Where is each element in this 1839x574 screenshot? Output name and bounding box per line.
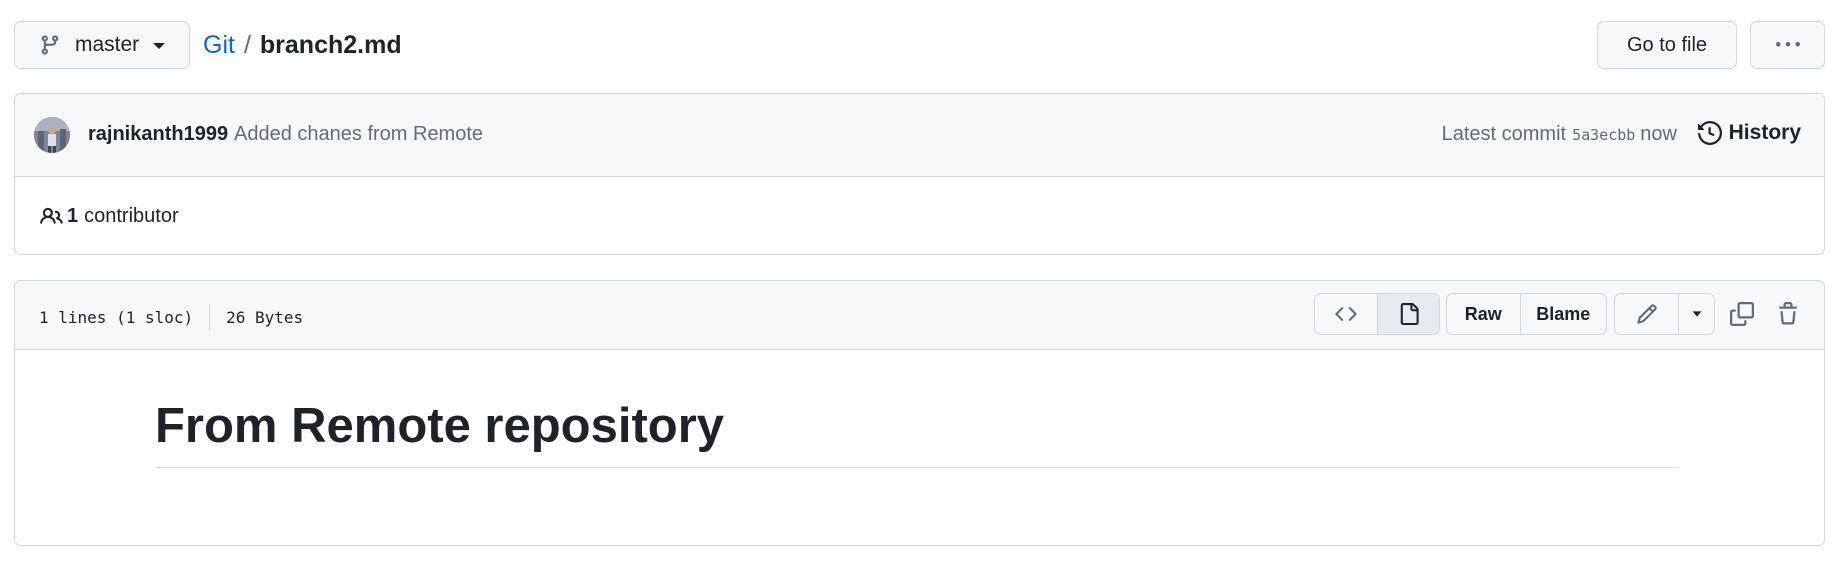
code-icon: [1335, 303, 1357, 325]
history-icon: [1697, 121, 1722, 145]
latest-commit-bar: rajnikanth1999 Added chanes from Remote …: [15, 94, 1824, 177]
repo-link[interactable]: Git: [203, 31, 235, 60]
breadcrumb: Git / branch2.md: [203, 31, 402, 60]
branch-name: master: [75, 33, 140, 56]
edit-group: [1614, 293, 1715, 335]
breadcrumb-separator: /: [243, 31, 251, 59]
contributor-label: contributor: [84, 204, 179, 227]
commit-box: rajnikanth1999 Added chanes from Remote …: [14, 93, 1825, 255]
trash-icon: [1776, 302, 1800, 326]
page: master Git / branch2.md Go to file rajni…: [0, 0, 1839, 574]
contributors-row[interactable]: 1 contributor: [15, 177, 1824, 254]
file-icon: [1398, 303, 1420, 325]
git-branch-icon: [39, 34, 61, 56]
edit-dropdown-button[interactable]: [1678, 294, 1714, 334]
file-info-divider: [209, 304, 211, 331]
file-navigation: master Git / branch2.md Go to file: [14, 21, 1825, 71]
people-icon: [40, 205, 63, 228]
commit-time: now: [1640, 123, 1677, 145]
raw-button[interactable]: Raw: [1447, 294, 1520, 334]
markdown-body: From Remote repository: [15, 350, 1824, 545]
blame-button[interactable]: Blame: [1519, 294, 1606, 334]
copy-button[interactable]: [1726, 298, 1758, 330]
avatar[interactable]: [34, 117, 70, 153]
pencil-icon: [1636, 303, 1658, 325]
file-header: 1 lines (1 sloc) 26 Bytes Raw Blame: [15, 281, 1824, 350]
commit-author[interactable]: rajnikanth1999: [88, 123, 228, 146]
more-options-button[interactable]: [1750, 21, 1825, 69]
contributor-count: 1: [67, 204, 79, 227]
file-box: 1 lines (1 sloc) 26 Bytes Raw Blame From…: [14, 280, 1825, 546]
commit-message[interactable]: Added chanes from Remote: [234, 123, 483, 146]
commit-meta: Latest commit 5a3ecbb now: [1442, 123, 1677, 146]
line-count: 1 lines (1 sloc): [39, 308, 194, 327]
latest-commit-label: Latest commit: [1441, 123, 1567, 145]
copy-icon: [1730, 302, 1754, 326]
preview-view-button[interactable]: [1377, 294, 1439, 334]
triangle-down-icon: [1690, 307, 1704, 321]
view-mode-toggle: [1314, 293, 1440, 335]
history-label: History: [1728, 121, 1801, 144]
markdown-heading: From Remote repository: [155, 399, 1679, 468]
go-to-file-button[interactable]: Go to file: [1597, 21, 1737, 69]
kebab-horizontal-icon: [1775, 33, 1800, 57]
edit-button[interactable]: [1615, 294, 1678, 334]
raw-blame-group: Raw Blame: [1446, 293, 1607, 335]
commit-sha[interactable]: 5a3ecbb: [1572, 126, 1635, 144]
history-link[interactable]: History: [1697, 121, 1801, 145]
file-info: 1 lines (1 sloc) 26 Bytes: [39, 304, 303, 331]
code-view-button[interactable]: [1315, 294, 1377, 334]
caret-down-icon: [153, 43, 166, 49]
delete-button[interactable]: [1772, 298, 1804, 330]
branch-select-button[interactable]: master: [14, 21, 190, 69]
file-size: 26 Bytes: [226, 308, 304, 327]
file-name: branch2.md: [259, 31, 402, 59]
